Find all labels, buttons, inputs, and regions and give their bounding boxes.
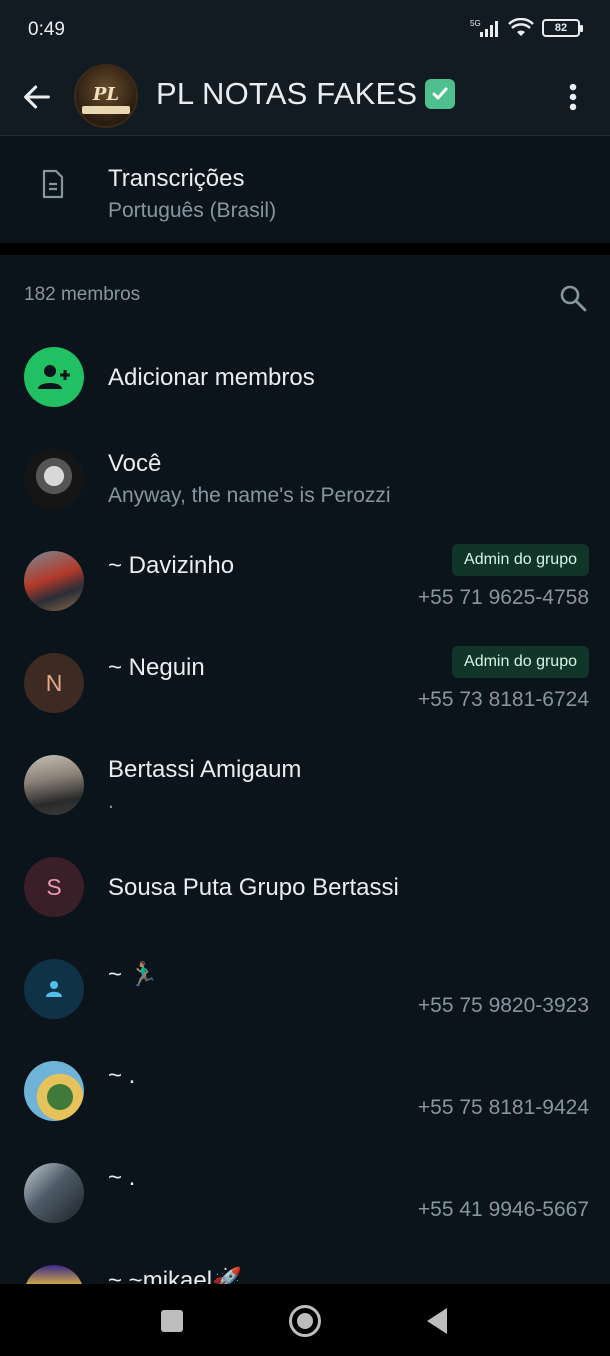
admin-badge: Admin do grupo [452, 646, 589, 678]
avatar-initial: N [45, 669, 63, 696]
member-name: ~ 🏃🏽‍♂️ [108, 961, 159, 988]
cellular-signal-icon: 5G [470, 19, 498, 37]
more-vertical-icon[interactable] [556, 80, 590, 114]
avatar [24, 1061, 84, 1121]
arrow-left-icon[interactable] [20, 80, 54, 114]
status-bar: 0:49 5G 82 [0, 0, 610, 60]
avatar [24, 1163, 84, 1223]
avatar [24, 449, 84, 509]
member-phone: +55 75 9820-3923 [417, 994, 589, 1017]
member-row[interactable]: ~ . +55 41 9946-5667 [0, 1142, 610, 1244]
square-icon[interactable] [161, 1310, 183, 1332]
section-divider [0, 243, 610, 255]
avatar-initial: S [46, 873, 62, 900]
member-name: Bertassi Amigaum [108, 756, 302, 783]
member-phone: +55 75 8181-9424 [417, 1096, 589, 1119]
member-name: Sousa Puta Grupo Bertassi [108, 874, 399, 901]
members-count: 182 membros [24, 284, 141, 305]
circle-icon[interactable] [289, 1305, 321, 1337]
member-name: ~ Davizinho [108, 552, 235, 579]
member-row[interactable]: Você Anyway, the name's is Perozzi [0, 428, 610, 530]
group-avatar-text: PL [92, 84, 120, 105]
network-type-label: 5G [470, 19, 481, 28]
battery-level: 82 [554, 22, 568, 34]
member-status: Anyway, the name's is Perozzi [108, 484, 391, 507]
system-nav-bar [0, 1284, 610, 1356]
group-avatar[interactable]: PL [74, 64, 138, 128]
avatar [24, 755, 84, 815]
add-members-label: Adicionar membros [108, 364, 315, 391]
transcriptions-title: Transcrições [108, 165, 245, 192]
status-time: 0:49 [28, 19, 65, 40]
default-person-icon [24, 959, 84, 1019]
transcriptions-language: Português (Brasil) [108, 199, 277, 222]
app-bar: PL PL NOTAS FAKES [0, 60, 610, 136]
group-title-row[interactable]: PL NOTAS FAKES [156, 76, 456, 112]
document-icon [42, 169, 64, 199]
add-person-icon [24, 347, 84, 407]
avatar: S [24, 857, 84, 917]
member-row[interactable]: ~ Davizinho Admin do grupo +55 71 9625-4… [0, 530, 610, 632]
member-row[interactable]: N ~ Neguin Admin do grupo +55 73 8181-67… [0, 632, 610, 734]
avatar [24, 551, 84, 611]
add-members-button[interactable]: Adicionar membros [0, 326, 610, 428]
battery-icon: 82 [542, 19, 583, 37]
member-row[interactable]: Bertassi Amigaum . [0, 734, 610, 836]
admin-badge: Admin do grupo [452, 544, 589, 576]
avatar: N [24, 653, 84, 713]
check-badge-icon [425, 79, 456, 109]
member-name: ~ . [108, 1062, 136, 1089]
member-row[interactable]: ~ 🏃🏽‍♂️ +55 75 9820-3923 [0, 938, 610, 1040]
wifi-icon [508, 18, 534, 36]
transcriptions-setting[interactable]: Transcrições Português (Brasil) [0, 137, 610, 243]
group-avatar-banner [82, 106, 130, 114]
member-name: ~ Neguin [108, 654, 205, 681]
status-icons: 5G 82 [470, 18, 583, 38]
search-icon[interactable] [558, 283, 588, 313]
member-row[interactable]: ~ . +55 75 8181-9424 [0, 1040, 610, 1142]
member-phone: +55 71 9625-4758 [417, 586, 589, 609]
member-row[interactable]: S Sousa Puta Grupo Bertassi [0, 836, 610, 938]
triangle-back-icon[interactable] [427, 1308, 447, 1334]
member-phone: +55 73 8181-6724 [417, 688, 589, 711]
member-name: Você [108, 450, 162, 477]
group-title: PL NOTAS FAKES [156, 76, 418, 111]
member-name: ~ . [108, 1164, 136, 1191]
member-phone: +55 41 9946-5667 [417, 1198, 589, 1221]
member-status: . [108, 790, 114, 813]
members-header: 182 membros [0, 255, 610, 335]
